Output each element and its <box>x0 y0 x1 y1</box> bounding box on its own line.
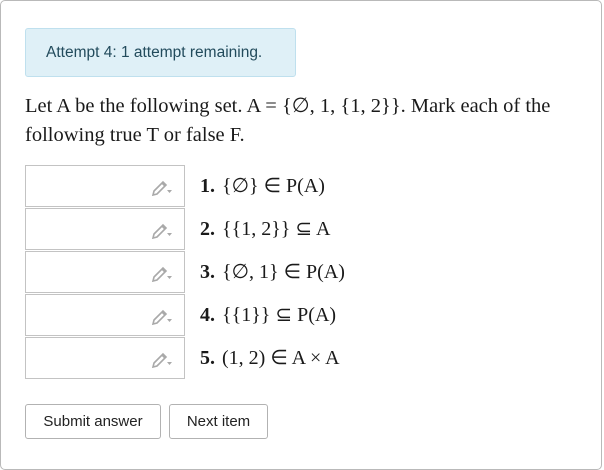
answer-dropdown-1[interactable] <box>25 165 185 207</box>
attempts-text: Attempt 4: 1 attempt remaining. <box>46 43 263 61</box>
statement-number: 3. <box>200 261 215 283</box>
submit-answer-button[interactable]: Submit answer <box>25 404 161 439</box>
pencil-icon <box>151 352 172 368</box>
pencil-icon <box>151 180 172 196</box>
answer-dropdown-4[interactable] <box>25 294 185 336</box>
statement-number: 4. <box>200 304 215 326</box>
statement-text: {∅, 1} ∈ P(A) <box>222 261 345 283</box>
answer-dropdown-2[interactable] <box>25 208 185 250</box>
pencil-icon <box>151 309 172 325</box>
statement-number: 2. <box>200 218 215 240</box>
statement-text: (1, 2) ∈ A × A <box>222 347 340 369</box>
answer-dropdown-3[interactable] <box>25 251 185 293</box>
attempts-alert: Attempt 4: 1 attempt remaining. <box>25 28 296 77</box>
statement-number: 5. <box>200 347 215 369</box>
statement-3: 3. {∅, 1} ∈ P(A) <box>200 259 345 284</box>
statement-text: {{1}} ⊆ P(A) <box>222 304 337 326</box>
next-item-button[interactable]: Next item <box>169 404 268 439</box>
pencil-icon <box>151 266 172 282</box>
statement-number: 1. <box>200 175 215 197</box>
pencil-icon <box>151 223 172 239</box>
statement-4: 4. {{1}} ⊆ P(A) <box>200 302 336 327</box>
statement-1: 1. {∅} ∈ P(A) <box>200 173 325 198</box>
question-prompt: Let A be the following set. A = {∅, 1, {… <box>25 95 551 146</box>
question-panel: Attempt 4: 1 attempt remaining. Let A be… <box>0 0 602 470</box>
answer-dropdown-5[interactable] <box>25 337 185 379</box>
statement-2: 2. {{1, 2}} ⊆ A <box>200 216 331 241</box>
statement-text: {{1, 2}} ⊆ A <box>222 218 331 240</box>
statement-text: {∅} ∈ P(A) <box>222 175 325 197</box>
statement-5: 5. (1, 2) ∈ A × A <box>200 345 340 370</box>
